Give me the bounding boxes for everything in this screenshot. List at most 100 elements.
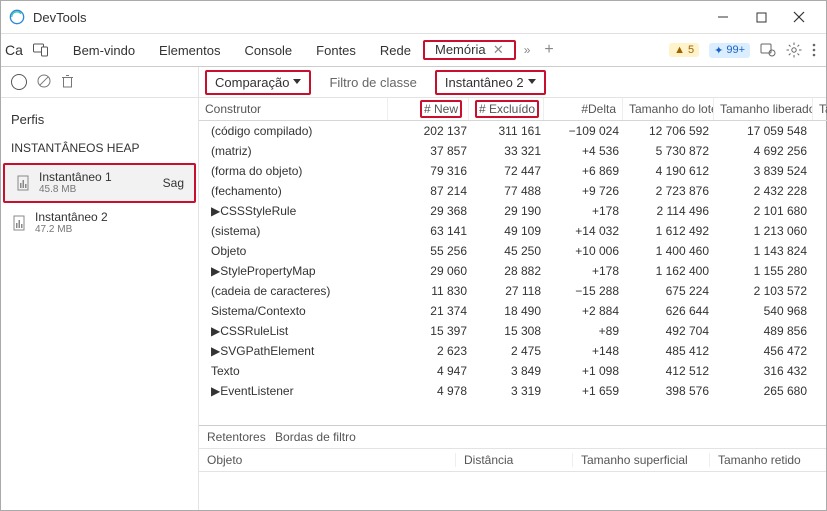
cell: +291 648	[813, 181, 826, 201]
cell: (cadeia de caracteres)	[199, 281, 393, 301]
filter-edges-tab[interactable]: Bordas de filtro	[275, 430, 356, 444]
comparison-table: Construtor # New # Excluído #Delta Taman…	[199, 98, 826, 399]
tab-elements[interactable]: Elementos	[147, 37, 232, 64]
col-delta[interactable]: #Delta	[544, 98, 623, 121]
memory-toolbar: Comparação Filtro de classe Instantâneo …	[1, 67, 826, 98]
maximize-button[interactable]	[742, 1, 780, 33]
col-alloc-size[interactable]: Tamanho do lote	[623, 98, 714, 121]
table-row[interactable]: ▶SVGPathElement2 6232 475+148485 412456 …	[199, 341, 826, 361]
col-freed-size[interactable]: Tamanho liberado	[714, 98, 813, 121]
cell: +256 636	[813, 241, 826, 261]
tab-network[interactable]: Rede	[368, 37, 423, 64]
retainers-body	[199, 472, 826, 510]
more-tabs-icon[interactable]: »	[516, 43, 539, 57]
cell: 87 214	[393, 181, 473, 201]
cell: 3 319	[473, 381, 547, 399]
cell: (código compilado)	[199, 121, 393, 141]
cell: ▶SVGPathElement	[199, 341, 393, 361]
table-row[interactable]: (fechamento)87 21477 488+9 7262 723 8762…	[199, 181, 826, 201]
cell: −15 288	[547, 281, 625, 301]
cell: +2 848	[813, 321, 826, 341]
cell: +6 869	[547, 161, 625, 181]
table-row[interactable]: ▶EventListener4 9783 319+1 659398 576265…	[199, 381, 826, 399]
settings-icon[interactable]	[786, 42, 802, 58]
table-row[interactable]: Texto4 9473 849+1 098412 512316 432+96 0…	[199, 361, 826, 381]
device-toolbar-icon[interactable]	[33, 43, 49, 57]
table-row[interactable]: ▶CSSStyleRule29 36829 190+1782 114 4962 …	[199, 201, 826, 221]
cell: +1 659	[547, 381, 625, 399]
cell: 15 397	[393, 321, 473, 341]
cell: 63 141	[393, 221, 473, 241]
cell: 79 316	[393, 161, 473, 181]
ret-col-distance[interactable]: Distância	[456, 453, 573, 467]
table-row[interactable]: (código compilado)202 137311 161−109 024…	[199, 121, 826, 141]
cell: 72 447	[473, 161, 547, 181]
cell: +12 816	[813, 201, 826, 221]
cell: 18 490	[473, 301, 547, 321]
snapshot-action[interactable]: Sag	[163, 176, 184, 190]
snapshot-item-1[interactable]: Instantâneo 1 45.8 MB Sag	[5, 165, 194, 201]
snapshot-item-2[interactable]: Instantâneo 2 47.2 MB	[1, 205, 198, 241]
col-new[interactable]: # New	[388, 98, 469, 121]
warnings-badge[interactable]: ▲5	[669, 43, 699, 57]
cell: −109 024	[547, 121, 625, 141]
class-filter-input[interactable]: Filtro de classe	[321, 73, 424, 92]
cell: 2 475	[473, 341, 547, 361]
cell: 2 623	[393, 341, 473, 361]
cell: Texto	[199, 361, 393, 381]
more-menu-icon[interactable]	[812, 43, 816, 57]
chevron-down-icon	[293, 79, 301, 85]
messages-count: 99+	[726, 44, 745, 56]
cell: +7 120	[813, 261, 826, 281]
cell: +89	[547, 321, 625, 341]
cell: 540 968	[715, 301, 813, 321]
cell: 485 412	[625, 341, 715, 361]
retainers-tab[interactable]: Retentores	[207, 430, 266, 444]
ret-col-object[interactable]: Objeto	[199, 453, 456, 467]
tab-memory[interactable]: Memória ✕	[425, 38, 514, 61]
ret-col-retained[interactable]: Tamanho retido	[710, 453, 826, 467]
tab-welcome[interactable]: Bem-vindo	[61, 37, 147, 64]
delete-icon[interactable]	[61, 74, 74, 91]
table-row[interactable]: (sistema)63 14149 109+14 0321 612 4921 2…	[199, 221, 826, 241]
messages-badge[interactable]: ✦99+	[709, 43, 750, 58]
window-title: DevTools	[33, 10, 86, 25]
close-button[interactable]	[780, 1, 818, 33]
tab-memory-label: Memória	[435, 42, 486, 57]
add-tab-icon[interactable]: +	[538, 41, 559, 59]
table-row[interactable]: ▶StylePropertyMap29 06028 882+1781 162 4…	[199, 261, 826, 281]
view-mode-select[interactable]: Comparação	[207, 72, 309, 93]
cell: 55 256	[393, 241, 473, 261]
tab-sources[interactable]: Fontes	[304, 37, 368, 64]
ret-col-shallow[interactable]: Tamanho superficial	[573, 453, 710, 467]
cell: +96 080	[813, 361, 826, 381]
tab-console[interactable]: Console	[232, 37, 304, 64]
warnings-count: 5	[688, 44, 694, 56]
col-deleted[interactable]: # Excluído	[469, 98, 544, 121]
table-row[interactable]: ▶CSSRuleList15 39715 308+89492 704489 85…	[199, 321, 826, 341]
col-constructor[interactable]: Construtor	[199, 98, 388, 121]
table-row[interactable]: (cadeia de caracteres)11 83027 118−15 28…	[199, 281, 826, 301]
cell: 77 488	[473, 181, 547, 201]
close-tab-icon[interactable]: ✕	[493, 42, 504, 57]
cell: (fechamento)	[199, 181, 393, 201]
minimize-button[interactable]	[704, 1, 742, 33]
record-icon[interactable]	[11, 74, 27, 90]
cell: ▶CSSStyleRule	[199, 201, 393, 221]
table-row[interactable]: Objeto55 25645 250+10 0061 400 4601 143 …	[199, 241, 826, 261]
col-size-delta[interactable]: Tamanho Delta a	[813, 98, 827, 121]
cell: 4 190 612	[625, 161, 715, 181]
cell: ▶StylePropertyMap	[199, 261, 393, 281]
compare-snapshot-select[interactable]: Instantâneo 2	[437, 72, 544, 93]
cell: 45 250	[473, 241, 547, 261]
message-icon: ✦	[714, 44, 723, 57]
sidebar-heading: Perfis	[1, 98, 198, 135]
table-row[interactable]: Sistema/Contexto21 37418 490+2 884626 64…	[199, 301, 826, 321]
cell: 2 103 572	[715, 281, 813, 301]
panel-tabstrip: Ca Bem-vindo Elementos Console Fontes Re…	[1, 34, 826, 67]
clear-icon[interactable]	[37, 74, 51, 91]
feedback-icon[interactable]	[760, 43, 776, 57]
table-row[interactable]: (matriz)37 85733 321+4 5365 730 8724 692…	[199, 141, 826, 161]
table-row[interactable]: (forma do objeto)79 31672 447+6 8694 190…	[199, 161, 826, 181]
app-icon	[9, 9, 25, 25]
